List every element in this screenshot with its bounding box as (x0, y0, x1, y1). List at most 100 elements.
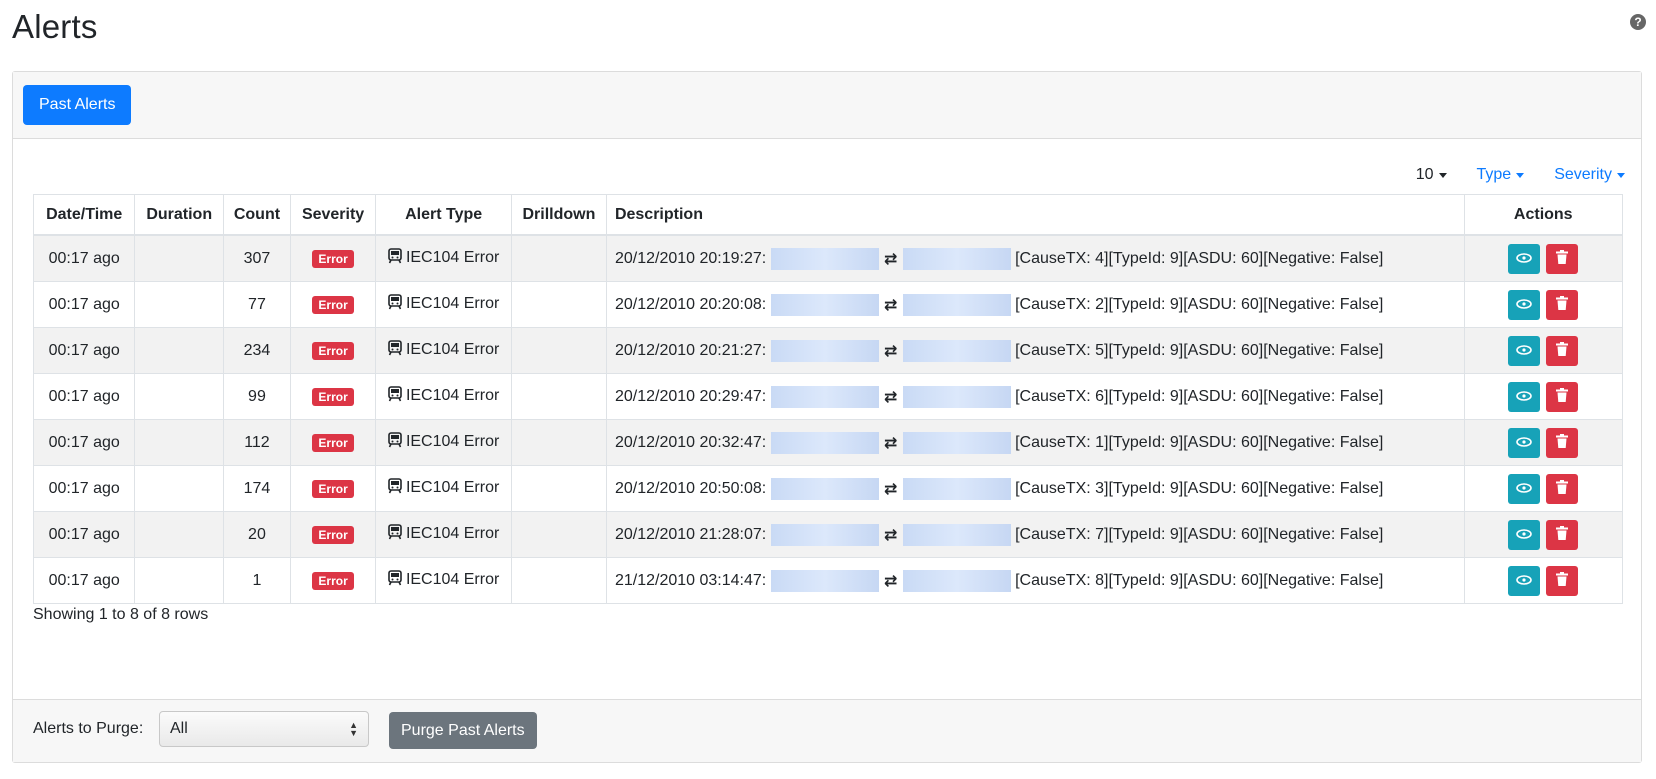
column-header-alert-type[interactable]: Alert Type (375, 194, 512, 236)
cell-alert-type: IEC104 Error (375, 373, 512, 420)
redacted-source-link[interactable] (770, 339, 879, 362)
train-icon (388, 478, 402, 499)
cell-drilldown (510, 511, 607, 558)
swap-arrows-icon: ⇄ (883, 250, 898, 268)
description-detail: [CauseTX: 5][TypeId: 9][ASDU: 60][Negati… (1015, 341, 1384, 359)
cell-duration (134, 557, 225, 604)
redacted-destination-link[interactable] (902, 431, 1011, 454)
trash-icon (1556, 296, 1569, 313)
type-filter-dropdown[interactable]: Type (1477, 166, 1525, 184)
delete-alert-button[interactable] (1546, 519, 1579, 550)
view-alert-button[interactable] (1508, 243, 1541, 274)
redacted-destination-link[interactable] (902, 293, 1011, 316)
cell-description: 20/12/2010 20:20:08: ⇄ [CauseTX: 2][Type… (605, 281, 1465, 328)
table-row: 00:17 ago 20 Error IEC104 Error 20/12/2010 2… (32, 511, 1623, 558)
past-alerts-button[interactable]: Past Alerts (23, 85, 132, 125)
cell-alert-type: IEC104 Error (375, 281, 512, 328)
train-icon (388, 570, 402, 591)
alert-type-label: IEC104 Error (405, 249, 500, 266)
redacted-destination-link[interactable] (902, 339, 1011, 362)
chevron-down-icon (1617, 172, 1625, 178)
severity-badge: Error (312, 387, 354, 406)
column-header-duration[interactable]: Duration (134, 194, 225, 236)
cell-alert-type: IEC104 Error (375, 511, 512, 558)
cell-actions (1463, 557, 1623, 604)
delete-alert-button[interactable] (1546, 289, 1579, 320)
redacted-source-link[interactable] (770, 569, 879, 592)
table-toolbar: 10 Type Severity (1416, 166, 1625, 184)
cell-datetime: 00:17 ago (32, 281, 136, 328)
cell-description: 21/12/2010 03:14:47: ⇄ [CauseTX: 8][Type… (605, 557, 1465, 604)
redacted-source-link[interactable] (770, 523, 879, 546)
redacted-source-link[interactable] (770, 385, 879, 408)
severity-badge: Error (312, 571, 354, 590)
column-header-description[interactable]: Description (605, 194, 1465, 236)
view-alert-button[interactable] (1508, 427, 1541, 458)
page-size-dropdown[interactable]: 10 (1416, 166, 1447, 184)
column-header-count[interactable]: Count (223, 194, 291, 236)
cell-count: 174 (223, 465, 291, 512)
description-time: 20/12/2010 20:50:08: (614, 479, 767, 497)
view-alert-button[interactable] (1508, 565, 1541, 596)
cell-drilldown (510, 557, 607, 604)
delete-alert-button[interactable] (1546, 243, 1579, 274)
column-header-drilldown[interactable]: Drilldown (510, 194, 607, 236)
pagination-summary: Showing 1 to 8 of 8 rows (33, 606, 209, 623)
cell-count: 99 (223, 373, 291, 420)
cell-actions (1463, 234, 1623, 282)
cell-duration (134, 419, 225, 466)
cell-duration (134, 465, 225, 512)
view-alert-button[interactable] (1508, 381, 1541, 412)
cell-datetime: 00:17 ago (32, 373, 136, 420)
redacted-destination-link[interactable] (902, 477, 1011, 500)
redacted-destination-link[interactable] (902, 569, 1011, 592)
redacted-source-link[interactable] (770, 431, 879, 454)
cell-count: 112 (223, 419, 291, 466)
swap-arrows-icon: ⇄ (883, 388, 898, 406)
delete-alert-button[interactable] (1546, 565, 1579, 596)
delete-alert-button[interactable] (1546, 473, 1579, 504)
redacted-destination-link[interactable] (902, 247, 1011, 270)
cell-count: 1 (223, 557, 291, 604)
table-row: 00:17 ago 307 Error IEC104 Error 20/12/2010 … (32, 234, 1623, 282)
redacted-destination-link[interactable] (902, 385, 1011, 408)
purge-past-alerts-button[interactable]: Purge Past Alerts (389, 712, 537, 749)
cell-alert-type: IEC104 Error (375, 557, 512, 604)
column-header-severity[interactable]: Severity (289, 194, 377, 236)
page-size-value: 10 (1415, 166, 1434, 183)
table-row: 00:17 ago 234 Error IEC104 Error 20/12/2010 … (32, 327, 1623, 374)
table-row: 00:17 ago 99 Error IEC104 Error 20/12/2010 2… (32, 373, 1623, 420)
column-header-actions: Actions (1463, 194, 1623, 236)
cell-datetime: 00:17 ago (32, 234, 136, 282)
cell-actions (1463, 465, 1623, 512)
view-alert-button[interactable] (1508, 519, 1541, 550)
cell-severity: Error (289, 327, 377, 374)
view-alert-button[interactable] (1508, 289, 1541, 320)
cell-duration (134, 281, 225, 328)
purge-select[interactable]: All ▲ ▼ (159, 711, 369, 747)
swap-arrows-icon: ⇄ (883, 296, 898, 314)
cell-count: 234 (223, 327, 291, 374)
view-alert-button[interactable] (1508, 335, 1541, 366)
severity-filter-dropdown[interactable]: Severity (1554, 166, 1625, 184)
trash-icon (1556, 480, 1569, 497)
redacted-source-link[interactable] (770, 477, 879, 500)
page-title: Alerts (12, 8, 98, 45)
view-alert-button[interactable] (1508, 473, 1541, 504)
description-time: 21/12/2010 03:14:47: (614, 571, 767, 589)
redacted-source-link[interactable] (770, 247, 879, 270)
delete-alert-button[interactable] (1546, 335, 1579, 366)
delete-alert-button[interactable] (1546, 381, 1579, 412)
delete-alert-button[interactable] (1546, 427, 1579, 458)
cell-description: 20/12/2010 20:32:47: ⇄ [CauseTX: 1][Type… (605, 419, 1465, 466)
description-detail: [CauseTX: 6][TypeId: 9][ASDU: 60][Negati… (1015, 387, 1384, 405)
cell-description: 20/12/2010 20:50:08: ⇄ [CauseTX: 3][Type… (605, 465, 1465, 512)
description-detail: [CauseTX: 1][TypeId: 9][ASDU: 60][Negati… (1015, 433, 1384, 451)
redacted-destination-link[interactable] (902, 523, 1011, 546)
cell-alert-type: IEC104 Error (375, 419, 512, 466)
severity-badge: Error (312, 479, 354, 498)
column-header-datetime[interactable]: Date/Time (32, 194, 136, 236)
alert-type-label: IEC104 Error (405, 433, 500, 450)
redacted-source-link[interactable] (770, 293, 879, 316)
help-icon[interactable]: ? (1630, 14, 1646, 30)
